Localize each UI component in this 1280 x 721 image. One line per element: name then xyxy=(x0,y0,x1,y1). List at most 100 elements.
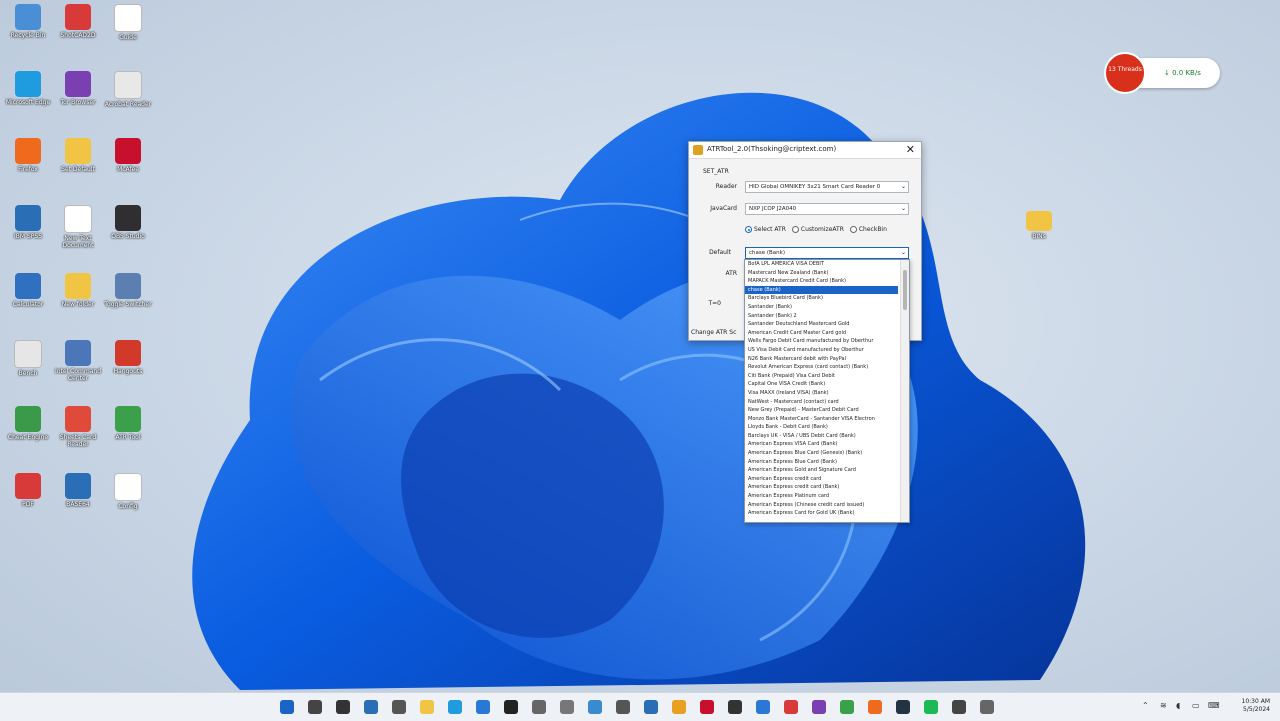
dropdown-option[interactable]: American Express Platinum card xyxy=(745,492,898,501)
dropdown-option[interactable]: NatWest - Mastercard (contact) card xyxy=(745,398,898,407)
edge-icon[interactable] xyxy=(448,700,462,714)
dropdown-option[interactable]: American Express credit card xyxy=(745,475,898,484)
desktop-icon[interactable]: Recycle Bin xyxy=(0,4,56,39)
desktop-icon[interactable]: ATR Tool xyxy=(100,406,156,441)
widgets-icon[interactable] xyxy=(280,700,294,714)
folder-icon[interactable] xyxy=(420,700,434,714)
dropdown-option[interactable]: American Credit Card Master Card gold xyxy=(745,329,898,338)
dropdown-option[interactable]: Barclays Bluebird Card (Bank) xyxy=(745,294,898,303)
desktop-icon[interactable]: Tor Browser xyxy=(50,71,106,106)
steam-icon[interactable] xyxy=(896,700,910,714)
desktop-icon[interactable]: Toggle Switcher xyxy=(100,273,156,308)
dropdown-option[interactable]: Wells Fargo Debit Card manufactured by O… xyxy=(745,337,898,346)
desktop-icon[interactable]: Firefox xyxy=(0,138,56,173)
desktop-icon[interactable]: Acrobat Reader xyxy=(100,71,156,108)
desktop-icon-bins[interactable]: BINs xyxy=(1011,208,1067,240)
calculator-icon[interactable] xyxy=(616,700,630,714)
desktop-icon[interactable]: BASE64 xyxy=(50,473,106,508)
desktop-icon[interactable]: Set Default xyxy=(50,138,106,173)
wifi-icon[interactable]: ≋ xyxy=(1160,701,1167,710)
reader-select[interactable]: HID Global OMNIKEY 3x21 Smart Card Reade… xyxy=(745,181,909,193)
dropdown-option[interactable]: Barclays UK - VISA / UBS Debit Card (Ban… xyxy=(745,432,898,441)
task-view-icon[interactable] xyxy=(336,700,350,714)
mail-icon[interactable] xyxy=(476,700,490,714)
desktop-icon[interactable]: Intel Command Center xyxy=(50,340,106,382)
terminal-icon[interactable] xyxy=(504,700,518,714)
dropdown-option[interactable]: Mastercard New Zealand (Bank) xyxy=(745,269,898,278)
tor-icon[interactable] xyxy=(812,700,826,714)
search-icon[interactable] xyxy=(308,700,322,714)
threads-badge[interactable]: 13 Threads xyxy=(1104,52,1146,94)
dropdown-option[interactable]: American Express (Chinese credit card is… xyxy=(745,501,898,510)
dropdown-option[interactable]: Visa MAXX (Ireland VISA) (Bank) xyxy=(745,389,898,398)
javacard-select[interactable]: NXP JCOP J2A040 ⌄ xyxy=(745,203,909,215)
store-icon[interactable] xyxy=(392,700,406,714)
dropdown-option[interactable]: Monzo Bank MasterCard - Santander VISA E… xyxy=(745,415,898,424)
dropdown-option[interactable]: American Express credit card (Bank) xyxy=(745,483,898,492)
firefox-icon[interactable] xyxy=(868,700,882,714)
chevron-up-icon[interactable]: ⌃ xyxy=(1142,701,1149,710)
photos-icon[interactable] xyxy=(588,700,602,714)
battery-icon[interactable]: ▭ xyxy=(1192,701,1200,710)
dropdown-option[interactable]: American Express Blue Card (Bank) xyxy=(745,458,898,467)
mcafee-icon[interactable] xyxy=(700,700,714,714)
dropdown-option[interactable]: MAPACK Mastercard Credit Card (Bank) xyxy=(745,277,898,286)
radio-customize-atr[interactable]: CustomizeATR xyxy=(791,226,844,233)
network-speed-widget[interactable]: 13 Threads ↓ 0.0 KB/s xyxy=(1104,52,1220,94)
desktop-icon[interactable]: Calculator xyxy=(0,273,56,308)
language-icon[interactable]: ⌨ xyxy=(1208,701,1220,710)
dropdown-option[interactable]: New Grey (Prepaid) - MasterCard Debit Ca… xyxy=(745,406,898,415)
desktop-icon[interactable]: Cheat Engine xyxy=(0,406,56,441)
desktop-icon[interactable]: ShotCAD2D xyxy=(50,4,106,39)
explorer-icon[interactable] xyxy=(364,700,378,714)
desktop-icon[interactable]: Microsoft Edge xyxy=(0,71,56,106)
change-atr-button[interactable]: Change ATR Sc xyxy=(691,329,736,336)
dropdown-option[interactable]: Lloyds Bank - Debit Card (Bank) xyxy=(745,423,898,432)
dropdown-option[interactable]: Citi Bank (Prepaid) Visa Card Debit xyxy=(745,372,898,381)
desktop-icon[interactable]: OBS Studio xyxy=(100,205,156,240)
dropdown-option[interactable]: Santander Deutschland Mastercard Gold xyxy=(745,320,898,329)
close-button[interactable]: ✕ xyxy=(906,143,915,157)
desktop-icon[interactable]: McAfee xyxy=(100,138,156,173)
settings-icon[interactable] xyxy=(560,700,574,714)
spotify-icon[interactable] xyxy=(924,700,938,714)
dropdown-option[interactable]: chase (Bank) xyxy=(745,285,898,295)
desktop-icon[interactable]: New folder xyxy=(50,273,106,308)
acrobat-icon[interactable] xyxy=(784,700,798,714)
radio-select-atr[interactable]: Select ATR xyxy=(745,226,786,233)
dropdown-scrollbar[interactable] xyxy=(900,260,909,522)
dropdown-option[interactable]: American Express Card for Gold UK (Bank) xyxy=(745,509,898,518)
media-icon[interactable] xyxy=(952,700,966,714)
desktop-icon[interactable]: PDF xyxy=(0,473,56,508)
dropdown-option[interactable]: Santander (Bank) 2 xyxy=(745,312,898,321)
desktop-icon[interactable]: Config xyxy=(100,473,156,510)
app-icon[interactable] xyxy=(980,700,994,714)
scroll-thumb[interactable] xyxy=(903,270,907,310)
default-select[interactable]: chase (Bank) ⌄ xyxy=(745,247,909,259)
obs-icon[interactable] xyxy=(728,700,742,714)
desktop-icon[interactable]: Guide xyxy=(100,4,156,41)
dropdown-option[interactable]: American Express VISA Card (Bank) xyxy=(745,440,898,449)
dropdown-option[interactable]: N26 Bank Mastercard debit with PayPal xyxy=(745,355,898,364)
chrome-icon[interactable] xyxy=(672,700,686,714)
app-icon[interactable] xyxy=(532,700,546,714)
vscode-icon[interactable] xyxy=(756,700,770,714)
desktop-icon[interactable]: New Text Document xyxy=(50,205,106,249)
dropdown-option[interactable]: BofA LPL AMERICA VISA DEBIT xyxy=(745,260,898,269)
desktop-icon[interactable]: Bench xyxy=(0,340,56,377)
dropdown-option[interactable]: Santander (Bank) xyxy=(745,303,898,312)
dropdown-option[interactable]: American Express Blue Card (Genesis) (Ba… xyxy=(745,449,898,458)
desktop-icon[interactable]: IBM SPSS xyxy=(0,205,56,240)
dropdown-option[interactable]: US Visa Debit Card manufactured by Obert… xyxy=(745,346,898,355)
dropdown-option[interactable]: Capital One VISA Credit (Bank) xyxy=(745,380,898,389)
default-dropdown-list[interactable]: BofA LPL AMERICA VISA DEBIT Mastercard Ne… xyxy=(744,259,910,523)
volume-icon[interactable]: ◖ xyxy=(1176,701,1180,710)
dropdown-option[interactable]: American Express Gold and Signature Card xyxy=(745,466,898,475)
dropdown-option[interactable]: Revolut American Express (card contact) … xyxy=(745,363,898,372)
system-clock[interactable]: 10:30 AM 5/5/2024 xyxy=(1242,698,1270,714)
paint-icon[interactable] xyxy=(840,700,854,714)
title-bar[interactable]: ATRTool_2.0(Thsoking@criptext.com) ✕ xyxy=(689,142,921,159)
radio-check-bin[interactable]: CheckBin xyxy=(849,226,887,233)
desktop-icon[interactable]: Hangouts xyxy=(100,340,156,375)
notepad-icon[interactable] xyxy=(644,700,658,714)
